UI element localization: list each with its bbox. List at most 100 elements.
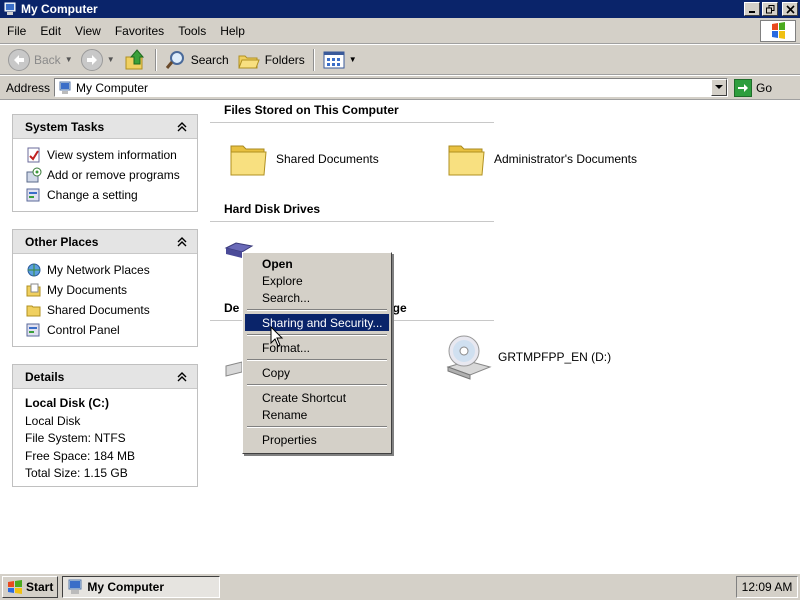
context-separator — [245, 356, 389, 364]
place-shared-documents[interactable]: Shared Documents — [25, 300, 191, 320]
other-places-panel: Other Places My Network Places My Docume… — [12, 229, 198, 347]
go-arrow-icon — [734, 78, 753, 97]
place-label: My Documents — [47, 283, 128, 297]
start-label: Start — [26, 580, 54, 594]
task-label: View system information — [47, 148, 177, 162]
search-icon — [165, 50, 184, 69]
back-label: Back — [34, 52, 61, 67]
section-hard-disks: Hard Disk Drives — [210, 202, 494, 222]
context-separator — [245, 331, 389, 339]
cd-drive-icon — [446, 335, 492, 380]
toolbar-separator — [154, 48, 157, 71]
task-view-system-information[interactable]: View system information — [25, 145, 191, 165]
folders-icon — [237, 55, 260, 68]
close-icon — [786, 5, 795, 14]
address-bar: Address My Computer Go — [0, 76, 800, 100]
menu-favorites[interactable]: Favorites — [108, 24, 171, 38]
collapse-chevron-icon[interactable] — [175, 236, 189, 248]
back-arrow-icon — [8, 48, 30, 71]
cd-drive-d-item[interactable]: GRTMPFPP_EN (D:) — [444, 333, 611, 381]
context-sharing-security[interactable]: Sharing and Security... — [245, 314, 389, 331]
context-create-shortcut[interactable]: Create Shortcut — [245, 389, 389, 406]
admin-documents-item[interactable]: Administrator's Documents — [446, 138, 637, 180]
minimize-button[interactable] — [744, 2, 760, 16]
toolbar-separator — [312, 48, 315, 71]
back-dropdown-icon[interactable]: ▼ — [65, 55, 73, 64]
views-button[interactable]: ▼ — [319, 47, 361, 73]
system-tray-clock[interactable]: 12:09 AM — [736, 576, 798, 598]
place-my-documents[interactable]: My Documents — [25, 280, 191, 300]
taskbar: Start My Computer 12:09 AM — [0, 573, 800, 600]
context-rename[interactable]: Rename — [245, 406, 389, 423]
address-dropdown-button[interactable] — [711, 79, 728, 96]
collapse-chevron-icon[interactable] — [175, 371, 189, 383]
restore-icon — [766, 5, 775, 14]
my-computer-icon — [4, 2, 16, 15]
context-properties[interactable]: Properties — [245, 431, 389, 448]
go-label: Go — [756, 80, 773, 95]
restore-button[interactable] — [762, 2, 778, 16]
forward-button[interactable]: ▼ — [77, 47, 119, 73]
context-copy[interactable]: Copy — [245, 364, 389, 381]
details-title: Details — [25, 369, 65, 384]
place-label: My Network Places — [47, 263, 150, 277]
folders-label: Folders — [264, 52, 305, 67]
details-name: Local Disk (C:) — [25, 396, 110, 410]
forward-arrow-icon — [80, 48, 103, 71]
collapse-chevron-icon[interactable] — [175, 121, 189, 133]
section-removable-prefix: De — [224, 301, 240, 315]
folders-button[interactable]: Folders — [233, 47, 309, 73]
title-bar[interactable]: My Computer — [0, 0, 800, 18]
menu-view[interactable]: View — [68, 24, 108, 38]
place-control-panel[interactable]: Control Panel — [25, 320, 191, 340]
menu-edit[interactable]: Edit — [33, 24, 68, 38]
task-change-setting[interactable]: Change a setting — [25, 185, 191, 205]
system-tasks-title: System Tasks — [25, 119, 105, 134]
other-places-title: Other Places — [25, 234, 99, 249]
back-button[interactable]: Back ▼ — [4, 47, 77, 73]
windows-flag-icon — [8, 580, 22, 594]
menu-help[interactable]: Help — [213, 24, 252, 38]
place-label: Shared Documents — [47, 303, 150, 317]
close-button[interactable] — [782, 2, 798, 16]
menu-tools[interactable]: Tools — [171, 24, 213, 38]
system-tasks-header[interactable]: System Tasks — [13, 115, 197, 139]
item-label: Administrator's Documents — [494, 152, 638, 166]
context-search[interactable]: Search... — [245, 289, 389, 306]
task-add-remove-programs[interactable]: Add or remove programs — [25, 165, 191, 185]
taskbar-window-label: My Computer — [87, 580, 165, 594]
search-label: Search — [190, 52, 229, 67]
context-menu: Open Explore Search... Sharing and Secur… — [242, 252, 392, 454]
taskbar-my-computer[interactable]: My Computer — [62, 576, 221, 598]
forward-dropdown-icon[interactable]: ▼ — [107, 55, 115, 64]
details-total-size: Total Size: 1.15 GB — [25, 466, 128, 480]
other-places-header[interactable]: Other Places — [13, 230, 197, 254]
details-header[interactable]: Details — [13, 365, 197, 389]
windows-logo — [760, 20, 796, 42]
folder-icon — [26, 305, 41, 317]
shared-documents-item[interactable]: Shared Documents — [228, 138, 379, 180]
go-button[interactable]: Go — [734, 78, 773, 97]
context-open[interactable]: Open — [245, 255, 389, 272]
network-places-icon — [27, 263, 41, 277]
address-value: My Computer — [76, 80, 149, 95]
start-button[interactable]: Start — [2, 576, 59, 598]
task-label: Add or remove programs — [47, 168, 180, 182]
address-input[interactable]: My Computer — [54, 78, 729, 97]
place-my-network-places[interactable]: My Network Places — [25, 260, 191, 280]
search-button[interactable]: Search — [161, 47, 233, 73]
context-separator — [245, 423, 389, 431]
floppy-drive-item[interactable] — [224, 352, 244, 378]
details-file-system: File System: NTFS — [25, 431, 126, 445]
context-separator — [245, 381, 389, 389]
window-title: My Computer — [21, 2, 98, 16]
context-explore[interactable]: Explore — [245, 272, 389, 289]
my-computer-icon — [59, 81, 71, 94]
context-format[interactable]: Format... — [245, 339, 389, 356]
toolbar: Back ▼ ▼ Search Folders ▼ — [0, 45, 800, 75]
up-button[interactable] — [119, 47, 151, 73]
views-dropdown-icon[interactable]: ▼ — [349, 55, 357, 64]
control-panel-icon — [26, 188, 40, 202]
menu-file[interactable]: File — [0, 24, 33, 38]
windows-flag-icon — [772, 22, 785, 39]
